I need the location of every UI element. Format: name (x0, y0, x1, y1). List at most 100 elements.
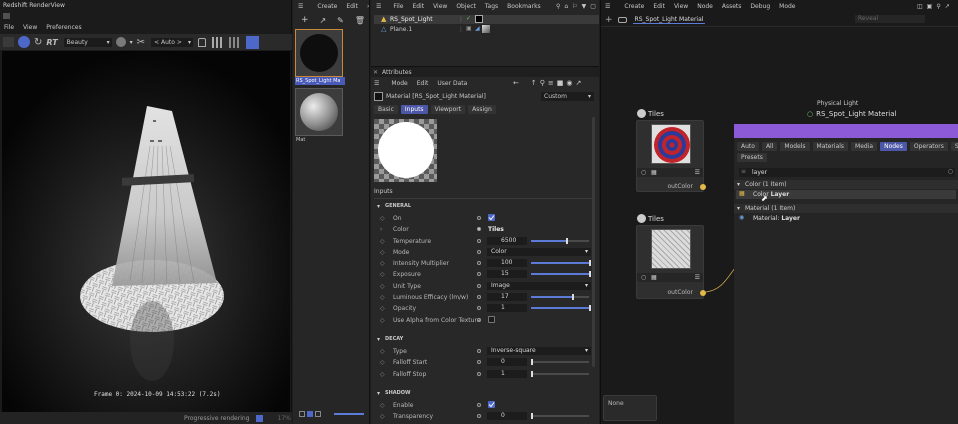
settings-icon[interactable]: ◉ (566, 79, 572, 87)
result-item-material-layer[interactable]: ◉ Material: Layer (736, 214, 956, 223)
uv-tag-icon[interactable]: ◢ (475, 25, 480, 32)
expand-icon[interactable]: ↗ (945, 3, 950, 10)
menu-mode[interactable]: Mode (779, 3, 795, 10)
popup-tab-scen[interactable]: Scen (950, 142, 958, 151)
checkbox[interactable] (488, 315, 495, 323)
hamburger-icon[interactable]: ☰ (605, 3, 610, 10)
zoom-slider[interactable] (334, 413, 364, 415)
reveal-search-input[interactable]: Reveal (855, 15, 925, 23)
popup-tab-operators[interactable]: Operators (909, 142, 948, 151)
keyframe-icon[interactable]: ◇ (380, 371, 385, 378)
hamburger-icon[interactable]: ☰ (298, 3, 303, 10)
snapshot-icon[interactable] (115, 37, 126, 47)
up-arrow-icon[interactable]: ↑ (531, 79, 537, 87)
keyframe-icon[interactable]: ◇ (380, 238, 385, 245)
checkmark-icon[interactable]: ✓ (466, 15, 471, 22)
render-canvas[interactable]: Frame 0: 2024-10-09 14:53:22 (7.2s) (2, 51, 290, 412)
visibility-icon[interactable]: ⋮ (458, 26, 464, 33)
menu-object[interactable]: Object (456, 3, 476, 10)
animate-dot-icon[interactable] (477, 306, 481, 311)
value-slider[interactable] (531, 413, 589, 420)
animate-dot-icon[interactable] (477, 283, 481, 288)
section-general[interactable]: ▾ GENERAL (374, 201, 592, 213)
number-field[interactable]: 1 (487, 369, 527, 378)
keyframe-icon[interactable]: ◇ (380, 271, 385, 278)
lock-icon[interactable]: ■ (557, 79, 564, 87)
expand-icon[interactable]: ▢ (590, 3, 596, 10)
keyframe-icon[interactable]: ◇ (380, 283, 385, 290)
animate-dot-icon[interactable] (477, 238, 481, 243)
value-slider[interactable] (531, 359, 589, 366)
slider-handle[interactable] (571, 294, 574, 301)
menu-node[interactable]: Node (697, 3, 713, 10)
presets-tab[interactable]: Presets (737, 153, 770, 162)
menu-create[interactable]: Create (624, 3, 644, 10)
animate-dot-icon[interactable] (477, 272, 481, 277)
visibility-icon[interactable]: ⋮ (458, 16, 464, 23)
number-field[interactable]: 6500 (487, 236, 527, 245)
panel-icon[interactable]: ▣ (927, 3, 933, 10)
chevron-right-icon[interactable]: › (367, 3, 369, 10)
keyframe-icon[interactable]: ◇ (380, 215, 385, 222)
expand-icon[interactable]: › (380, 226, 382, 233)
animate-dot-icon[interactable] (477, 227, 481, 232)
slider-handle[interactable] (589, 260, 591, 267)
menu-view[interactable]: View (23, 24, 37, 31)
menu-preferences[interactable]: Preferences (46, 24, 81, 31)
output-port[interactable] (700, 184, 706, 190)
material-tag-icon[interactable] (475, 15, 483, 23)
number-field[interactable]: 100 (487, 259, 527, 268)
popup-tab-models[interactable]: Models (780, 142, 810, 151)
keyframe-icon[interactable]: ◇ (380, 402, 385, 409)
keyframe-icon[interactable]: ◇ (380, 359, 385, 366)
menu-bookmarks[interactable]: Bookmarks (507, 3, 541, 10)
number-field[interactable]: 0 (487, 412, 527, 421)
value-slider[interactable] (531, 260, 591, 267)
animate-dot-icon[interactable] (477, 414, 481, 419)
value-slider[interactable] (531, 294, 589, 301)
slider-handle[interactable] (531, 359, 533, 366)
keyframe-icon[interactable]: ◇ (380, 249, 385, 256)
home-icon[interactable]: ⌂ (564, 3, 568, 10)
grid-view-icon[interactable] (307, 411, 313, 417)
render-clapper-icon[interactable] (3, 37, 14, 47)
material-tag-icon[interactable] (482, 25, 490, 33)
number-field[interactable]: 1 (487, 304, 527, 313)
menu-edit[interactable]: Edit (346, 3, 358, 10)
rt-toggle[interactable]: RT (46, 38, 57, 47)
material-item[interactable]: Mat (295, 88, 345, 144)
aov-select[interactable]: Beauty ▾ (63, 37, 112, 47)
trash-icon[interactable]: 🗑 (355, 16, 365, 25)
arrow-icon[interactable]: ↗ (320, 16, 327, 25)
refresh-icon[interactable]: ↻ (34, 37, 42, 48)
section-decay[interactable]: ▾ DECAY (374, 334, 592, 346)
hamburger-icon[interactable] (3, 13, 10, 21)
menu-edit[interactable]: Edit (653, 3, 665, 10)
play-icon[interactable]: ○ (641, 274, 646, 281)
result-item-color-layer[interactable]: ▦ Color Layer (736, 190, 956, 199)
filter-icon[interactable]: ≡ (548, 79, 554, 87)
value-slider[interactable] (531, 370, 589, 377)
animate-dot-icon[interactable] (477, 295, 481, 300)
preview-icon[interactable]: ▦ (651, 274, 657, 281)
tab-inputs[interactable]: Inputs (400, 105, 428, 114)
menu-view[interactable]: View (674, 3, 688, 10)
play-icon[interactable]: ○ (641, 169, 646, 176)
menu-icon[interactable]: ☰ (695, 169, 700, 176)
clear-icon[interactable]: ○ (948, 168, 953, 175)
slider-handle[interactable] (565, 237, 568, 244)
animate-dot-icon[interactable] (477, 261, 481, 266)
chevron-down-icon[interactable]: ▾ (130, 39, 133, 46)
keyframe-icon[interactable]: ◇ (380, 294, 385, 301)
animate-dot-icon[interactable] (477, 371, 481, 376)
expand-icon[interactable]: ↗ (576, 79, 582, 87)
number-field[interactable]: 17 (487, 293, 527, 302)
tag-icon[interactable] (617, 16, 627, 23)
grid-alt-icon[interactable] (229, 36, 241, 48)
animate-dot-icon[interactable] (477, 216, 481, 220)
number-field[interactable]: 15 (487, 270, 527, 279)
dropdown[interactable]: Image ▾ (487, 281, 591, 290)
slider-handle[interactable] (531, 370, 533, 377)
auto-select[interactable]: < Auto > ▾ (151, 37, 194, 47)
none-node[interactable]: None (603, 395, 657, 421)
